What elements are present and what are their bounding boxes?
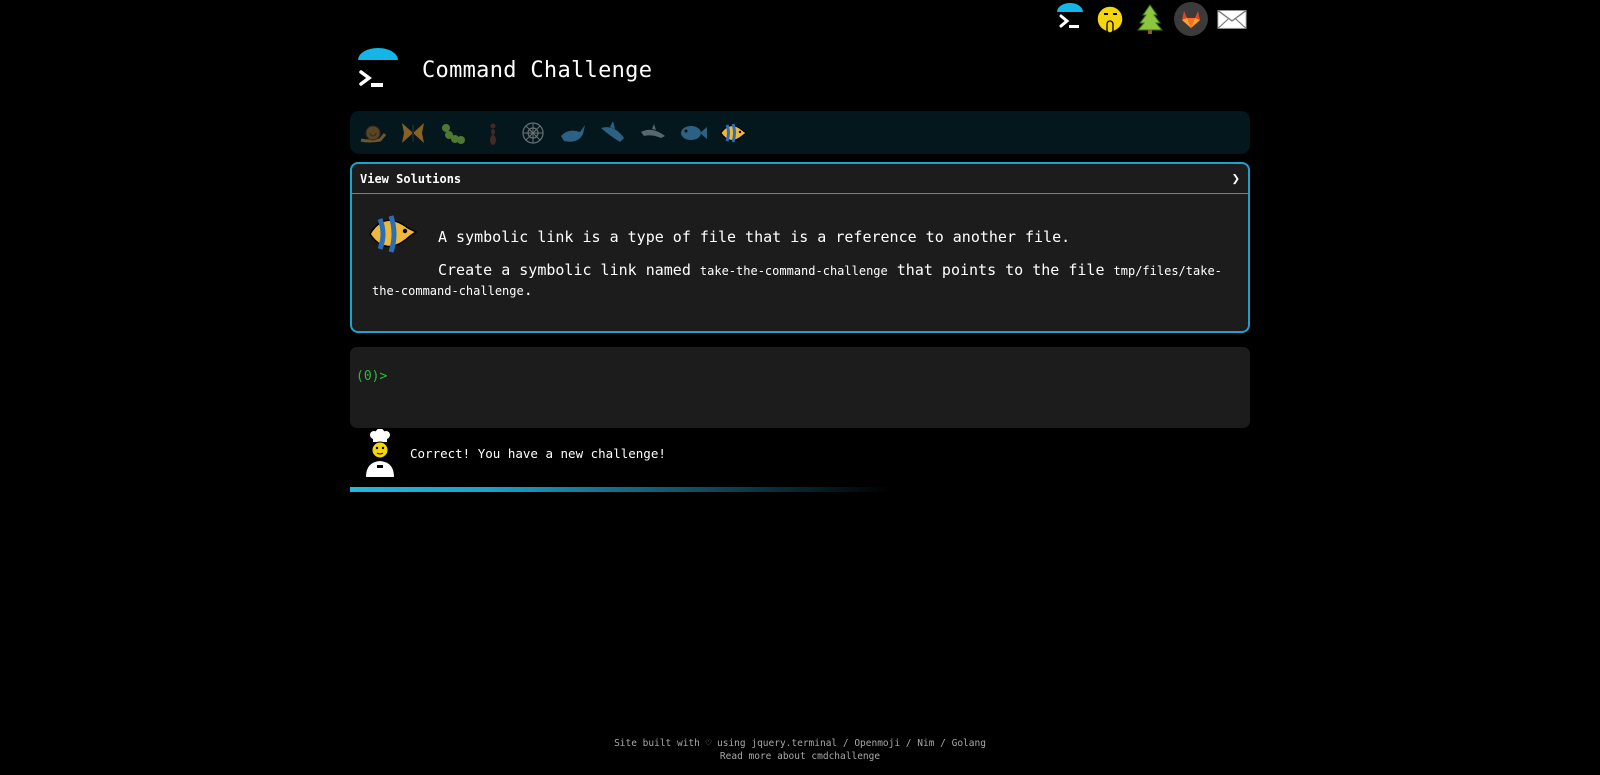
terminal-prompt: (0)> — [356, 369, 388, 384]
site-header: Command Challenge — [356, 48, 652, 92]
gitlab-icon[interactable] — [1174, 2, 1208, 36]
chevron-right-icon: ❯ — [1231, 170, 1240, 187]
footer-credits: Site built with ♡ using jquery.terminal … — [614, 738, 986, 749]
tropical-fish-icon — [366, 208, 418, 260]
tree-icon[interactable] — [1134, 2, 1166, 36]
dolphin-icon[interactable] — [636, 116, 669, 149]
terminal[interactable]: (0)> — [350, 347, 1250, 428]
status-text: Correct! You have a new challenge! — [410, 445, 666, 461]
tropical-fish-icon[interactable] — [716, 116, 749, 149]
challenge-panel: View Solutions ❯ A symbolic link is a ty… — [350, 162, 1250, 333]
level-selector — [350, 111, 1250, 154]
shushing-face-icon[interactable] — [1094, 2, 1126, 36]
view-solutions-label: View Solutions — [360, 171, 462, 186]
web-icon[interactable] — [516, 116, 549, 149]
chef-icon — [364, 428, 396, 477]
status-message: Correct! You have a new challenge! — [364, 428, 666, 477]
progress-bar — [350, 487, 890, 492]
link-name: take-the-command-challenge — [699, 264, 888, 278]
shark-icon[interactable] — [596, 116, 629, 149]
nim-link[interactable]: Nim — [917, 738, 934, 749]
mail-icon[interactable] — [1216, 2, 1248, 36]
butterfly-icon[interactable] — [396, 116, 429, 149]
challenge-intro: A symbolic link is a type of file that i… — [438, 228, 1071, 246]
snail-icon[interactable] — [356, 116, 389, 149]
whale-icon[interactable] — [556, 116, 589, 149]
read-more-link[interactable]: Read more about cmdchallenge — [720, 751, 880, 762]
caterpillar-icon[interactable] — [436, 116, 469, 149]
footer: Site built with ♡ using jquery.terminal … — [0, 737, 1600, 763]
jquery-terminal-link[interactable]: jquery.terminal — [751, 738, 837, 749]
challenge-task: Create a symbolic link named take-the-co… — [372, 261, 1222, 299]
view-solutions-toggle[interactable]: View Solutions ❯ — [352, 164, 1248, 194]
golang-link[interactable]: Golang — [952, 738, 986, 749]
logo-terminal-icon[interactable] — [356, 48, 400, 92]
fish-icon[interactable] — [676, 116, 709, 149]
challenge-description: A symbolic link is a type of file that i… — [352, 194, 1248, 301]
terminal-icon[interactable] — [1054, 2, 1086, 36]
ant-icon[interactable] — [476, 116, 509, 149]
openmoji-link[interactable]: Openmoji — [854, 738, 900, 749]
page-title: Command Challenge — [422, 57, 653, 83]
top-nav — [1054, 2, 1248, 36]
